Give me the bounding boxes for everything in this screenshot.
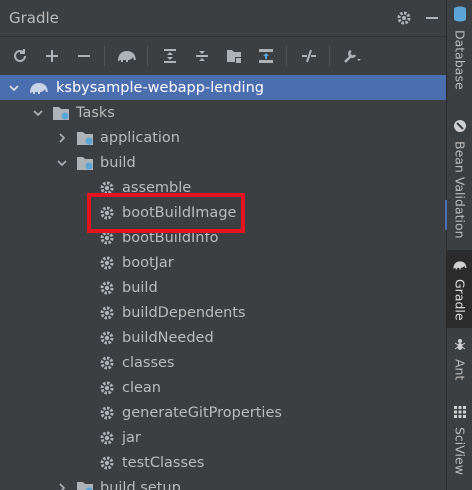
toolbar-separator [286, 46, 287, 66]
tree-node-application[interactable]: application [0, 125, 446, 150]
tree-node-label: classes [122, 354, 175, 371]
sidebar-tab-label: Gradle [452, 279, 468, 321]
chevron-down-icon[interactable] [30, 105, 46, 121]
chevron-right-icon[interactable] [54, 480, 70, 490]
task-group-folder-icon [76, 479, 94, 490]
tool-window-header: Gradle [0, 0, 446, 36]
tool-window-title: Gradle [9, 9, 59, 27]
toggle-offline-icon[interactable] [251, 41, 281, 71]
tree-node-label: build [122, 279, 158, 296]
gear-icon [98, 379, 116, 397]
gradle-toolbar [0, 36, 446, 76]
sidebar-tab-gradle[interactable]: Gradle [447, 250, 472, 328]
gear-icon[interactable] [390, 4, 418, 32]
toolbar-separator [329, 46, 330, 66]
tree-node-label: jar [122, 429, 141, 446]
gear-icon [98, 254, 116, 272]
tree-node-build-setup[interactable]: build setup [0, 475, 446, 490]
header-actions [390, 0, 446, 36]
gear-icon [98, 304, 116, 322]
tree-node-label: build setup [100, 479, 181, 490]
right-tool-strip: Database Bean Validation Gradle Ant SciV… [446, 0, 472, 490]
sidebar-tab-label: Ant [452, 359, 468, 381]
collapse-all-icon[interactable] [187, 41, 217, 71]
sidebar-tab-label: SciView [452, 427, 468, 475]
gradle-task-tree: ksbysample-webapp-lending Tasks applicat… [0, 75, 446, 490]
tree-node-task[interactable]: testClasses [0, 450, 446, 475]
tree-node-tasks[interactable]: Tasks [0, 100, 446, 125]
sidebar-tab-label: Database [452, 30, 468, 90]
database-icon [453, 6, 467, 26]
sidebar-tab-ant[interactable]: Ant [447, 336, 472, 380]
add-icon[interactable] [37, 41, 67, 71]
toolbar-separator [104, 46, 105, 66]
tree-node-task[interactable]: buildDependents [0, 300, 446, 325]
tree-node-build[interactable]: build [0, 150, 446, 175]
scrollbar-thumb[interactable] [445, 200, 447, 230]
sidebar-tab-bean-validation[interactable]: Bean Validation [447, 118, 472, 239]
tree-node-task[interactable]: classes [0, 350, 446, 375]
tree-node-task[interactable]: generateGitProperties [0, 400, 446, 425]
gear-icon [98, 429, 116, 447]
settings-wrench-icon[interactable] [337, 41, 367, 71]
elephant-icon[interactable] [112, 41, 142, 71]
tasks-folder-icon [52, 104, 70, 122]
gear-icon [98, 279, 116, 297]
bean-validation-icon [453, 118, 467, 137]
sidebar-tab-label: Bean Validation [452, 141, 468, 239]
sidebar-tab-sciview[interactable]: SciView [447, 404, 472, 475]
tree-node-task[interactable]: buildNeeded [0, 325, 446, 350]
tree-node-label: bootJar [122, 254, 174, 271]
tree-node-task[interactable]: clean [0, 375, 446, 400]
remove-icon[interactable] [69, 41, 99, 71]
task-group-folder-icon [76, 154, 94, 172]
tree-node-label: clean [122, 379, 161, 396]
grid-icon [453, 404, 467, 423]
tree-node-label: buildDependents [122, 304, 246, 321]
task-group-folder-icon [76, 129, 94, 147]
chevron-down-icon[interactable] [54, 155, 70, 171]
ant-icon [453, 336, 467, 355]
refresh-icon[interactable] [5, 41, 35, 71]
sidebar-tab-database[interactable]: Database [447, 6, 472, 90]
chevron-right-icon[interactable] [54, 130, 70, 146]
elephant-icon [452, 256, 468, 275]
gradle-tool-window: Gradle ksbysample-webapp-lending Tasks a… [0, 0, 446, 490]
offline-mode-icon[interactable] [294, 41, 324, 71]
tree-node-task[interactable]: build [0, 275, 446, 300]
tree-node-label: testClasses [122, 454, 205, 471]
gear-icon [98, 404, 116, 422]
tree-node-label: buildNeeded [122, 329, 214, 346]
tree-node-project[interactable]: ksbysample-webapp-lending [0, 75, 446, 100]
toolbar-separator [147, 46, 148, 66]
gear-icon [98, 454, 116, 472]
tree-node-label: ksbysample-webapp-lending [56, 79, 264, 96]
chevron-down-icon[interactable] [6, 80, 22, 96]
tree-node-task[interactable]: jar [0, 425, 446, 450]
tree-node-label: build [100, 154, 136, 171]
elephant-icon [28, 79, 50, 97]
tree-node-label: application [100, 129, 180, 146]
group-modules-icon[interactable] [219, 41, 249, 71]
gear-icon [98, 329, 116, 347]
hide-icon[interactable] [418, 4, 446, 32]
expand-all-icon[interactable] [155, 41, 185, 71]
tree-node-task[interactable]: bootJar [0, 250, 446, 275]
gear-icon [98, 354, 116, 372]
annotation-highlight-box [87, 193, 245, 233]
tree-node-label: generateGitProperties [122, 404, 282, 421]
tree-node-label: Tasks [76, 104, 115, 121]
